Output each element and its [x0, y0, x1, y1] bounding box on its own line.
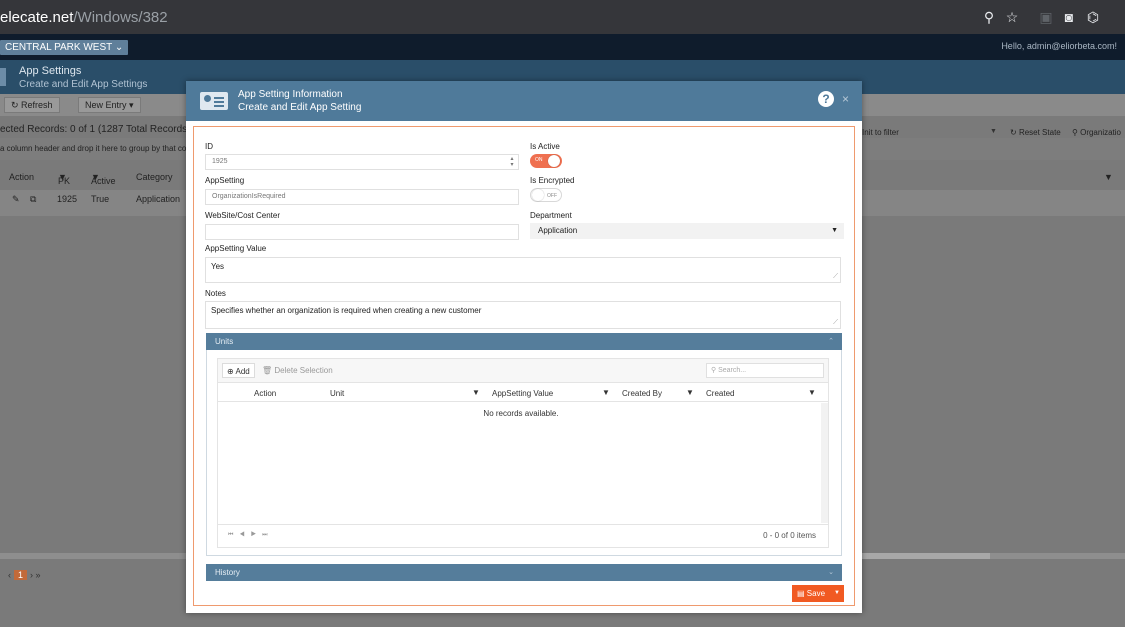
puzzle-icon[interactable]: ⌬ [1084, 8, 1102, 26]
is-active-toggle[interactable]: ON [530, 154, 562, 168]
pager-nav-icons[interactable]: ⏮◀▶⏭ [228, 532, 274, 539]
chevron-down-icon[interactable]: ▼ [990, 128, 997, 135]
units-grid-toolbar: ⊕ Add 🗑 Delete Selection ⚲ Search... [218, 359, 828, 383]
id-field[interactable]: 1925 [205, 154, 519, 170]
col-appsetting-value[interactable]: AppSetting Value [492, 389, 553, 398]
chevron-up-icon: ⌃ [828, 338, 834, 345]
units-panel: ⊕ Add 🗑 Delete Selection ⚲ Search... Act… [206, 350, 842, 556]
modal-form: ID 1925 ▴ ▾ Is Active ON AppSetting Organ… [193, 126, 855, 606]
col-action[interactable]: Action [9, 172, 34, 182]
location-dropdown[interactable]: CENTRAL PARK WEST ⌄ [0, 40, 129, 55]
new-entry-button[interactable]: New Entry ▾ [78, 97, 141, 113]
appsetting-label: AppSetting [205, 176, 245, 185]
appsetting-field[interactable]: OrganizationIsRequired [205, 189, 519, 205]
copy-icon[interactable]: ⧉ [30, 194, 36, 205]
is-encrypted-toggle[interactable]: OFF [530, 188, 562, 202]
last-page-icon[interactable]: » [36, 570, 41, 580]
units-grid: ⊕ Add 🗑 Delete Selection ⚲ Search... Act… [217, 358, 829, 548]
col-unit[interactable]: Unit [330, 389, 344, 398]
units-search-input[interactable]: ⚲ Search... [706, 363, 824, 378]
refresh-button[interactable]: ↻ Refresh [4, 97, 60, 113]
edit-icon[interactable]: ✎ [12, 194, 20, 205]
modal-title: App Setting Information [238, 89, 343, 100]
cell-category: Application [136, 194, 181, 204]
col-pk[interactable]: PK ▼ [58, 172, 70, 186]
current-page[interactable]: 1 [14, 570, 28, 580]
app-setting-modal: App Setting Information Create and Edit … [186, 81, 862, 613]
unit-filter-input[interactable]: Init to filter [862, 128, 899, 137]
chevron-down-icon: ⌄ [828, 569, 834, 576]
star-icon[interactable]: ☆ [1003, 8, 1021, 26]
notes-label: Notes [205, 289, 226, 298]
filter-icon[interactable]: ▼ [472, 388, 480, 397]
delete-selection-button[interactable]: 🗑 Delete Selection [258, 363, 337, 378]
organization-search[interactable]: ⚲ Organizatio [1072, 128, 1121, 137]
trash-icon: 🗑 [262, 366, 275, 375]
next-page-icon[interactable]: › [30, 570, 33, 580]
website-field[interactable] [205, 224, 519, 240]
units-panel-header[interactable]: Units ⌃ [206, 333, 842, 350]
department-select[interactable]: Application ▼ [530, 223, 844, 239]
col-created[interactable]: Created [706, 389, 734, 398]
vertical-scrollbar[interactable] [821, 403, 828, 523]
website-label: WebSite/Cost Center [205, 211, 280, 220]
notes-field[interactable]: Specifies whether an organization is req… [205, 301, 841, 329]
close-icon[interactable]: × [842, 92, 849, 106]
page-subtitle: Create and Edit App Settings [19, 79, 148, 90]
save-icon: ▤ [797, 589, 807, 598]
modal-subtitle: Create and Edit App Setting [238, 102, 362, 113]
department-label: Department [530, 211, 572, 220]
refresh-icon: ↻ [11, 100, 22, 110]
browser-toolbar: elecate.net/Windows/382 ⚲ ☆ ▣ ◙ ⌬ [0, 0, 1125, 34]
add-button[interactable]: ⊕ Add [222, 363, 255, 378]
is-encrypted-label: Is Encrypted [530, 176, 575, 185]
cell-pk: 1925 [57, 194, 78, 204]
page-title: App Settings [19, 65, 82, 77]
appsetting-value-field[interactable]: Yes ⟋ [205, 257, 841, 283]
extension-icon[interactable]: ▣ [1037, 8, 1055, 26]
filter-icon[interactable]: ▼ [602, 388, 610, 397]
units-grid-columns: Action Unit ▼ AppSetting Value ▼ Created… [218, 384, 828, 402]
is-active-label: Is Active [530, 142, 560, 151]
units-grid-pager: ⏮◀▶⏭ 0 - 0 of 0 items [218, 524, 828, 546]
col-action[interactable]: Action [254, 389, 276, 398]
id-label: ID [205, 142, 213, 151]
col-category[interactable]: Category [136, 172, 173, 182]
address-bar[interactable]: elecate.net/Windows/382 [0, 9, 168, 26]
help-icon[interactable]: ? [818, 91, 834, 107]
page-icon [0, 68, 6, 86]
save-button[interactable]: ▤ Save ▼ [792, 585, 844, 602]
col-created-by[interactable]: Created By [622, 389, 662, 398]
reset-state-button[interactable]: ↻ Reset State [1010, 128, 1061, 137]
user-greeting[interactable]: Hello, admin@eliorbeta.com! [1001, 41, 1117, 51]
prev-page-icon[interactable]: ‹ [8, 570, 11, 580]
history-panel-header[interactable]: History ⌄ [206, 564, 842, 581]
filter-icon[interactable]: ▼ [808, 388, 816, 397]
filter-icon[interactable]: ▼ [686, 388, 694, 397]
app-topbar: CENTRAL PARK WEST ⌄ Hello, admin@eliorbe… [0, 34, 1125, 60]
contact-card-icon [200, 92, 228, 110]
item-count: 0 - 0 of 0 items [763, 531, 816, 540]
id-stepper[interactable]: ▴ ▾ [507, 156, 517, 168]
col-active[interactable]: Active ▼ [91, 172, 116, 186]
zoom-icon[interactable]: ⚲ [980, 8, 998, 26]
chevron-down-icon[interactable]: ▼ [834, 585, 840, 602]
empty-message: No records available. [483, 409, 559, 418]
filter-bar: Init to filter ▼ ↻ Reset State ⚲ Organiz… [862, 124, 1125, 142]
cell-active: True [91, 194, 110, 204]
appsetting-value-label: AppSetting Value [205, 244, 267, 253]
profile-icon[interactable]: ◙ [1060, 8, 1078, 26]
record-count: ected Records: 0 of 1 (1287 Total Record… [0, 124, 191, 135]
chevron-down-icon: ▼ [831, 227, 838, 234]
page-pager: ‹ 1 › » [8, 570, 41, 580]
modal-header: App Setting Information Create and Edit … [186, 81, 862, 121]
filter-icon[interactable]: ▼ [1104, 172, 1113, 182]
